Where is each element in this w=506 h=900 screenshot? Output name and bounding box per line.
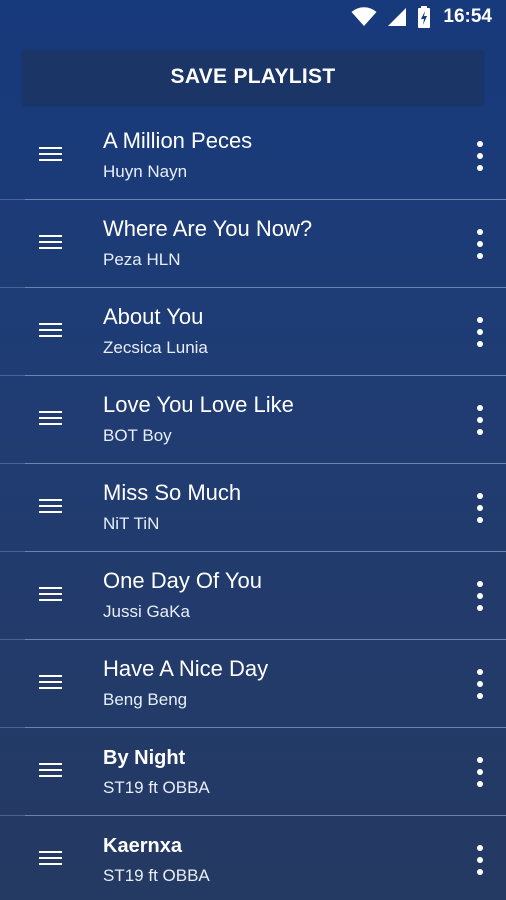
song-title: About You <box>103 304 204 329</box>
more-options-icon[interactable] <box>470 844 490 875</box>
list-item[interactable]: About You Zecsica Lunia <box>0 288 506 376</box>
more-options-icon[interactable] <box>470 404 490 435</box>
more-options-icon[interactable] <box>470 228 490 259</box>
drag-handle-icon[interactable] <box>39 234 63 253</box>
song-artist: NiT TiN <box>103 514 160 533</box>
song-artist: ST19 ft OBBA <box>103 866 210 885</box>
song-title: Miss So Much <box>103 480 242 505</box>
wifi-icon <box>351 7 377 26</box>
song-artist: Zecsica Lunia <box>103 338 208 357</box>
drag-handle-icon[interactable] <box>39 410 63 429</box>
list-item[interactable]: Kaernxa ST19 ft OBBA <box>0 816 506 900</box>
song-artist: ST19 ft OBBA <box>103 778 210 797</box>
song-title: Where Are You Now? <box>103 216 313 241</box>
more-options-icon[interactable] <box>470 492 490 523</box>
more-options-icon[interactable] <box>470 140 490 171</box>
list-item[interactable]: A Million Peces Huyn Nayn <box>0 112 506 200</box>
cell-signal-icon <box>388 8 407 26</box>
song-title: Have A Nice Day <box>103 656 269 681</box>
drag-handle-icon[interactable] <box>39 146 63 165</box>
list-item[interactable]: One Day Of You Jussi GaKa <box>0 552 506 640</box>
drag-handle-icon[interactable] <box>39 762 63 781</box>
playlist-list: A Million Peces Huyn Nayn Where Are You No… <box>0 112 506 900</box>
more-options-icon[interactable] <box>470 668 490 699</box>
more-options-icon[interactable] <box>470 756 490 787</box>
drag-handle-icon[interactable] <box>39 850 63 869</box>
list-item[interactable]: Miss So Much NiT TiN <box>0 464 506 552</box>
drag-handle-icon[interactable] <box>39 586 63 605</box>
save-playlist-button[interactable]: SAVE PLAYLIST <box>23 50 483 104</box>
song-title: Love You Love Like <box>103 392 294 417</box>
status-bar: 16:54 <box>0 0 506 34</box>
list-item[interactable]: Have A Nice Day Beng Beng <box>0 640 506 728</box>
more-options-icon[interactable] <box>470 316 490 347</box>
drag-handle-icon[interactable] <box>39 498 63 517</box>
song-artist: Jussi GaKa <box>103 602 190 621</box>
song-artist: Beng Beng <box>103 690 188 709</box>
clock: 16:54 <box>443 6 492 27</box>
song-artist: Huyn Nayn <box>103 162 188 181</box>
song-title: One Day Of You <box>103 568 262 593</box>
battery-charging-icon <box>418 6 431 28</box>
song-artist: BOT Boy <box>103 426 172 445</box>
song-artist: Peza HLN <box>103 250 181 269</box>
drag-handle-icon[interactable] <box>39 674 63 693</box>
more-options-icon[interactable] <box>470 580 490 611</box>
song-title: Kaernxa <box>103 835 182 857</box>
list-item[interactable]: By Night ST19 ft OBBA <box>0 728 506 816</box>
drag-handle-icon[interactable] <box>39 322 63 341</box>
song-title: By Night <box>103 747 186 769</box>
song-title: A Million Peces <box>103 128 253 153</box>
list-item[interactable]: Where Are You Now? Peza HLN <box>0 200 506 288</box>
list-item[interactable]: Love You Love Like BOT Boy <box>0 376 506 464</box>
